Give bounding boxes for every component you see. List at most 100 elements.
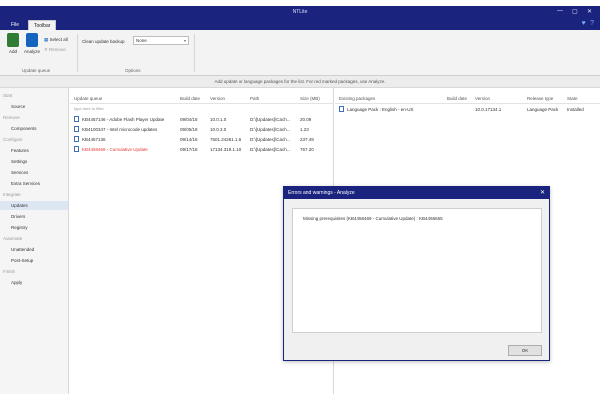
chevron-down-icon: ▾ [183,38,186,43]
table-row[interactable]: KB4457136 09/14/18 7601.24261.1.6 D:\[Updat… [70,135,334,144]
ribbon-separator [194,34,195,72]
cell-size: 20.09 [300,117,312,122]
col-header-update-queue[interactable]: Update queue [74,96,102,101]
cell-date: 09/14/18 [180,137,198,142]
sidebar-item-features[interactable]: Features [0,146,68,155]
tab-file[interactable]: File [6,20,24,30]
group-update-queue: Update queue [22,68,51,73]
cell-version: 10.0.3.0 [210,127,227,132]
header-divider [335,103,600,104]
ribbon-tabs: File Toolbar [0,19,600,30]
minimize-icon[interactable]: — [557,8,563,14]
sidebar-item-source[interactable]: Source [0,102,68,111]
grid-icon: ▦ [44,37,49,42]
sidebar-item-extra-services[interactable]: Extra Services [0,179,68,188]
maximize-icon[interactable]: ▢ [572,8,578,15]
sidebar-group-label: Remove [3,115,20,120]
select-all-label: Select all [49,37,68,42]
cell-name: KB4457146 - Adobe Flash Player Update [82,117,165,122]
cell-release: Language Pack [527,107,559,112]
filter-input[interactable]: type here to filter [74,106,104,111]
cell-size: 1.23 [300,127,309,132]
app-window: NTLite — ▢ ✕ File Toolbar ♥ ? Add Analyz… [0,6,600,394]
col-header-version[interactable]: Version [475,96,490,101]
cell-date: 09/17/18 [180,147,198,152]
package-icon [74,126,79,132]
col-header-release-type[interactable]: Release type [527,96,553,101]
backup-value: None [136,38,147,43]
sidebar-item-components[interactable]: Components [0,124,68,133]
dialog-title: Errors and warnings - Analyze [284,187,549,199]
cell-state: Installed [567,107,584,112]
sidebar-item-services[interactable]: Services [0,168,68,177]
close-icon[interactable]: ✕ [587,8,592,15]
sidebar-item-unattended[interactable]: Unattended [0,245,68,254]
cell-size: 237.49 [300,137,314,142]
analyze-dialog: Errors and warnings - Analyze ✕ Missing … [283,186,550,361]
sidebar-item-registry[interactable]: Registry [0,223,68,232]
backup-select[interactable]: None ▾ [133,36,189,45]
package-icon [74,146,79,152]
ribbon-icon-strip: ♥ ? [579,19,594,30]
twitter-icon[interactable]: ♥ [582,20,586,27]
ok-button[interactable]: OK [508,345,542,356]
cell-version: 17134.319.1.10 [210,147,242,152]
col-header-build-date[interactable]: Build date [447,96,467,101]
select-all-button[interactable]: ▦ Select all [44,37,68,43]
package-icon [339,106,344,112]
cell-version: 7601.24261.1.6 [210,137,242,142]
remove-icon: ✕ [44,47,48,52]
sidebar-group-label: Integrate [3,192,21,197]
col-header-existing[interactable]: Existing packages [339,96,375,101]
add-label: Add [8,49,17,54]
dialog-message: Missing prerequisites (KB4458469 - Cumul… [303,216,443,221]
sidebar-item-settings[interactable]: Settings [0,157,68,166]
group-options: Options [125,68,141,73]
window-title: NTLite [292,9,308,15]
sidebar-item-updates[interactable]: Updates [0,201,68,210]
package-icon [74,136,79,142]
backup-label: Clean update backup [82,39,125,44]
cell-date: 09/04/18 [180,117,198,122]
col-header-state[interactable]: State [567,96,578,101]
info-bar: Add update or language packages for the … [0,76,600,88]
cell-name: Language Pack : English - en-US [347,107,414,112]
sidebar-item-post-setup[interactable]: Post-Setup [0,256,68,265]
header-divider [70,103,334,104]
table-row[interactable]: KB4458469 - Cumulative Update 09/17/18 171… [70,145,334,154]
cell-path: D:\[Updates]\Cach... [250,137,291,142]
remove-button[interactable]: ✕ Remove [44,47,66,53]
add-button[interactable]: Add [5,33,21,54]
dialog-message-box: Missing prerequisites (KB4458469 - Cumul… [292,208,542,333]
remove-label: Remove [49,47,66,52]
analyze-label: Analyze [24,49,41,54]
sidebar-group-label: Automate [3,236,23,241]
col-header-path[interactable]: Path [250,96,259,101]
cell-name: KB4457136 [82,137,106,142]
sidebar-item-apply[interactable]: Apply [0,278,68,287]
table-row[interactable]: KB4100347 - Intel microcode updates 09/05… [70,125,334,134]
table-row[interactable]: KB4457146 - Adobe Flash Player Update 09/… [70,115,334,124]
table-row[interactable]: Language Pack : English - en-US 10.0.1713… [335,105,600,114]
sidebar-item-drivers[interactable]: Drivers [0,212,68,221]
cell-path: D:\[Updates]\Cach... [250,127,291,132]
col-header-size[interactable]: Size (MB) [300,96,320,101]
cell-date: 09/05/18 [180,127,198,132]
cell-name: KB4100347 - Intel microcode updates [82,127,158,132]
col-header-build-date[interactable]: Build date [180,96,200,101]
help-icon[interactable]: ? [590,20,594,27]
col-header-version[interactable]: Version [210,96,225,101]
cell-version: 10.0.17134.1 [475,107,502,112]
title-bar: NTLite — ▢ ✕ [0,6,600,19]
sidebar-group-label: Finish [3,269,16,274]
cell-version: 10.0.1.0 [210,117,227,122]
sidebar: Start Source Remove Components Configure Feat… [0,88,69,394]
ribbon-separator [77,34,78,72]
cell-name: KB4458469 - Cumulative Update [82,147,148,152]
dialog-close-icon[interactable]: ✕ [540,189,545,196]
cell-path: D:\[Updates]\Cach... [250,117,291,122]
cell-path: D:\[Updates]\Cach... [250,147,291,152]
tab-toolbar[interactable]: Toolbar [28,20,57,30]
analyze-button[interactable]: Analyze [24,33,40,54]
ribbon: Add Analyze ▦ Select all ✕ Remove Update… [0,30,600,76]
